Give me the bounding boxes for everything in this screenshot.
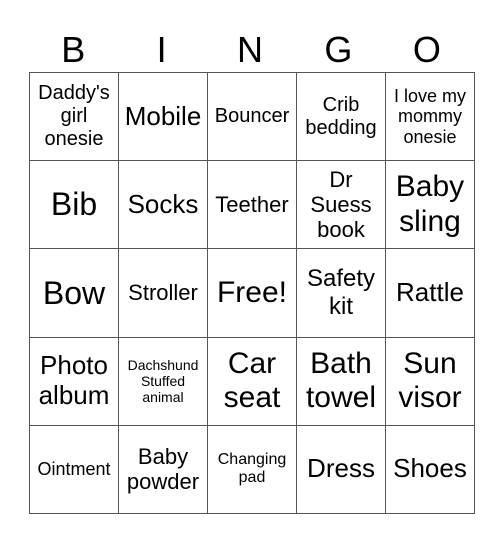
grid-row: Bow Stroller Free! Safety kit Rattle xyxy=(29,248,475,338)
bingo-cell[interactable]: Ointment xyxy=(29,424,119,515)
bingo-cell[interactable]: Sun visor xyxy=(385,336,475,426)
header-letter-i: I xyxy=(156,29,167,70)
header-letter-o: O xyxy=(412,29,441,70)
free-space-cell[interactable]: Free! xyxy=(207,248,297,338)
bingo-cell[interactable]: Shoes xyxy=(385,424,475,515)
grid-row: Ointment Baby powder Changing pad Dress … xyxy=(29,424,475,515)
bingo-cell[interactable]: Dachshund Stuffed animal xyxy=(118,336,208,426)
grid-row: Daddy's girl onesie Mobile Bouncer Crib … xyxy=(29,71,475,162)
bingo-cell[interactable]: Dress xyxy=(296,424,386,515)
bingo-cell[interactable]: I love my mommy onesie xyxy=(385,71,475,162)
bingo-cell[interactable]: Stroller xyxy=(118,248,208,338)
bingo-cell[interactable]: Safety kit xyxy=(296,248,386,338)
bingo-cell[interactable]: Changing pad xyxy=(207,424,297,515)
bingo-cell[interactable]: Photo album xyxy=(29,336,119,426)
bingo-cell[interactable]: Bath towel xyxy=(296,336,386,426)
bingo-cell[interactable]: Teether xyxy=(207,160,297,250)
bingo-header: B I N G O xyxy=(29,28,471,72)
bingo-cell[interactable]: Bouncer xyxy=(207,71,297,162)
bingo-cell[interactable]: Bow xyxy=(29,248,119,338)
bingo-cell[interactable]: Baby sling xyxy=(385,160,475,250)
header-letter-n: N xyxy=(237,29,264,70)
bingo-cell[interactable]: Car seat xyxy=(207,336,297,426)
grid-row: Photo album Dachshund Stuffed animal Car… xyxy=(29,336,475,426)
bingo-cell[interactable]: Dr Suess book xyxy=(296,160,386,250)
header-letter-b: B xyxy=(61,29,86,70)
bingo-cell[interactable]: Mobile xyxy=(118,71,208,162)
bingo-cell[interactable]: Rattle xyxy=(385,248,475,338)
bingo-cell[interactable]: Daddy's girl onesie xyxy=(29,71,119,162)
bingo-cell[interactable]: Bib xyxy=(29,160,119,250)
bingo-grid: Daddy's girl onesie Mobile Bouncer Crib … xyxy=(29,71,475,515)
bingo-cell[interactable]: Crib bedding xyxy=(296,71,386,162)
bingo-cell[interactable]: Socks xyxy=(118,160,208,250)
grid-row: Bib Socks Teether Dr Suess book Baby sli… xyxy=(29,160,475,250)
header-letter-g: G xyxy=(324,29,353,70)
bingo-cell[interactable]: Baby powder xyxy=(118,424,208,515)
